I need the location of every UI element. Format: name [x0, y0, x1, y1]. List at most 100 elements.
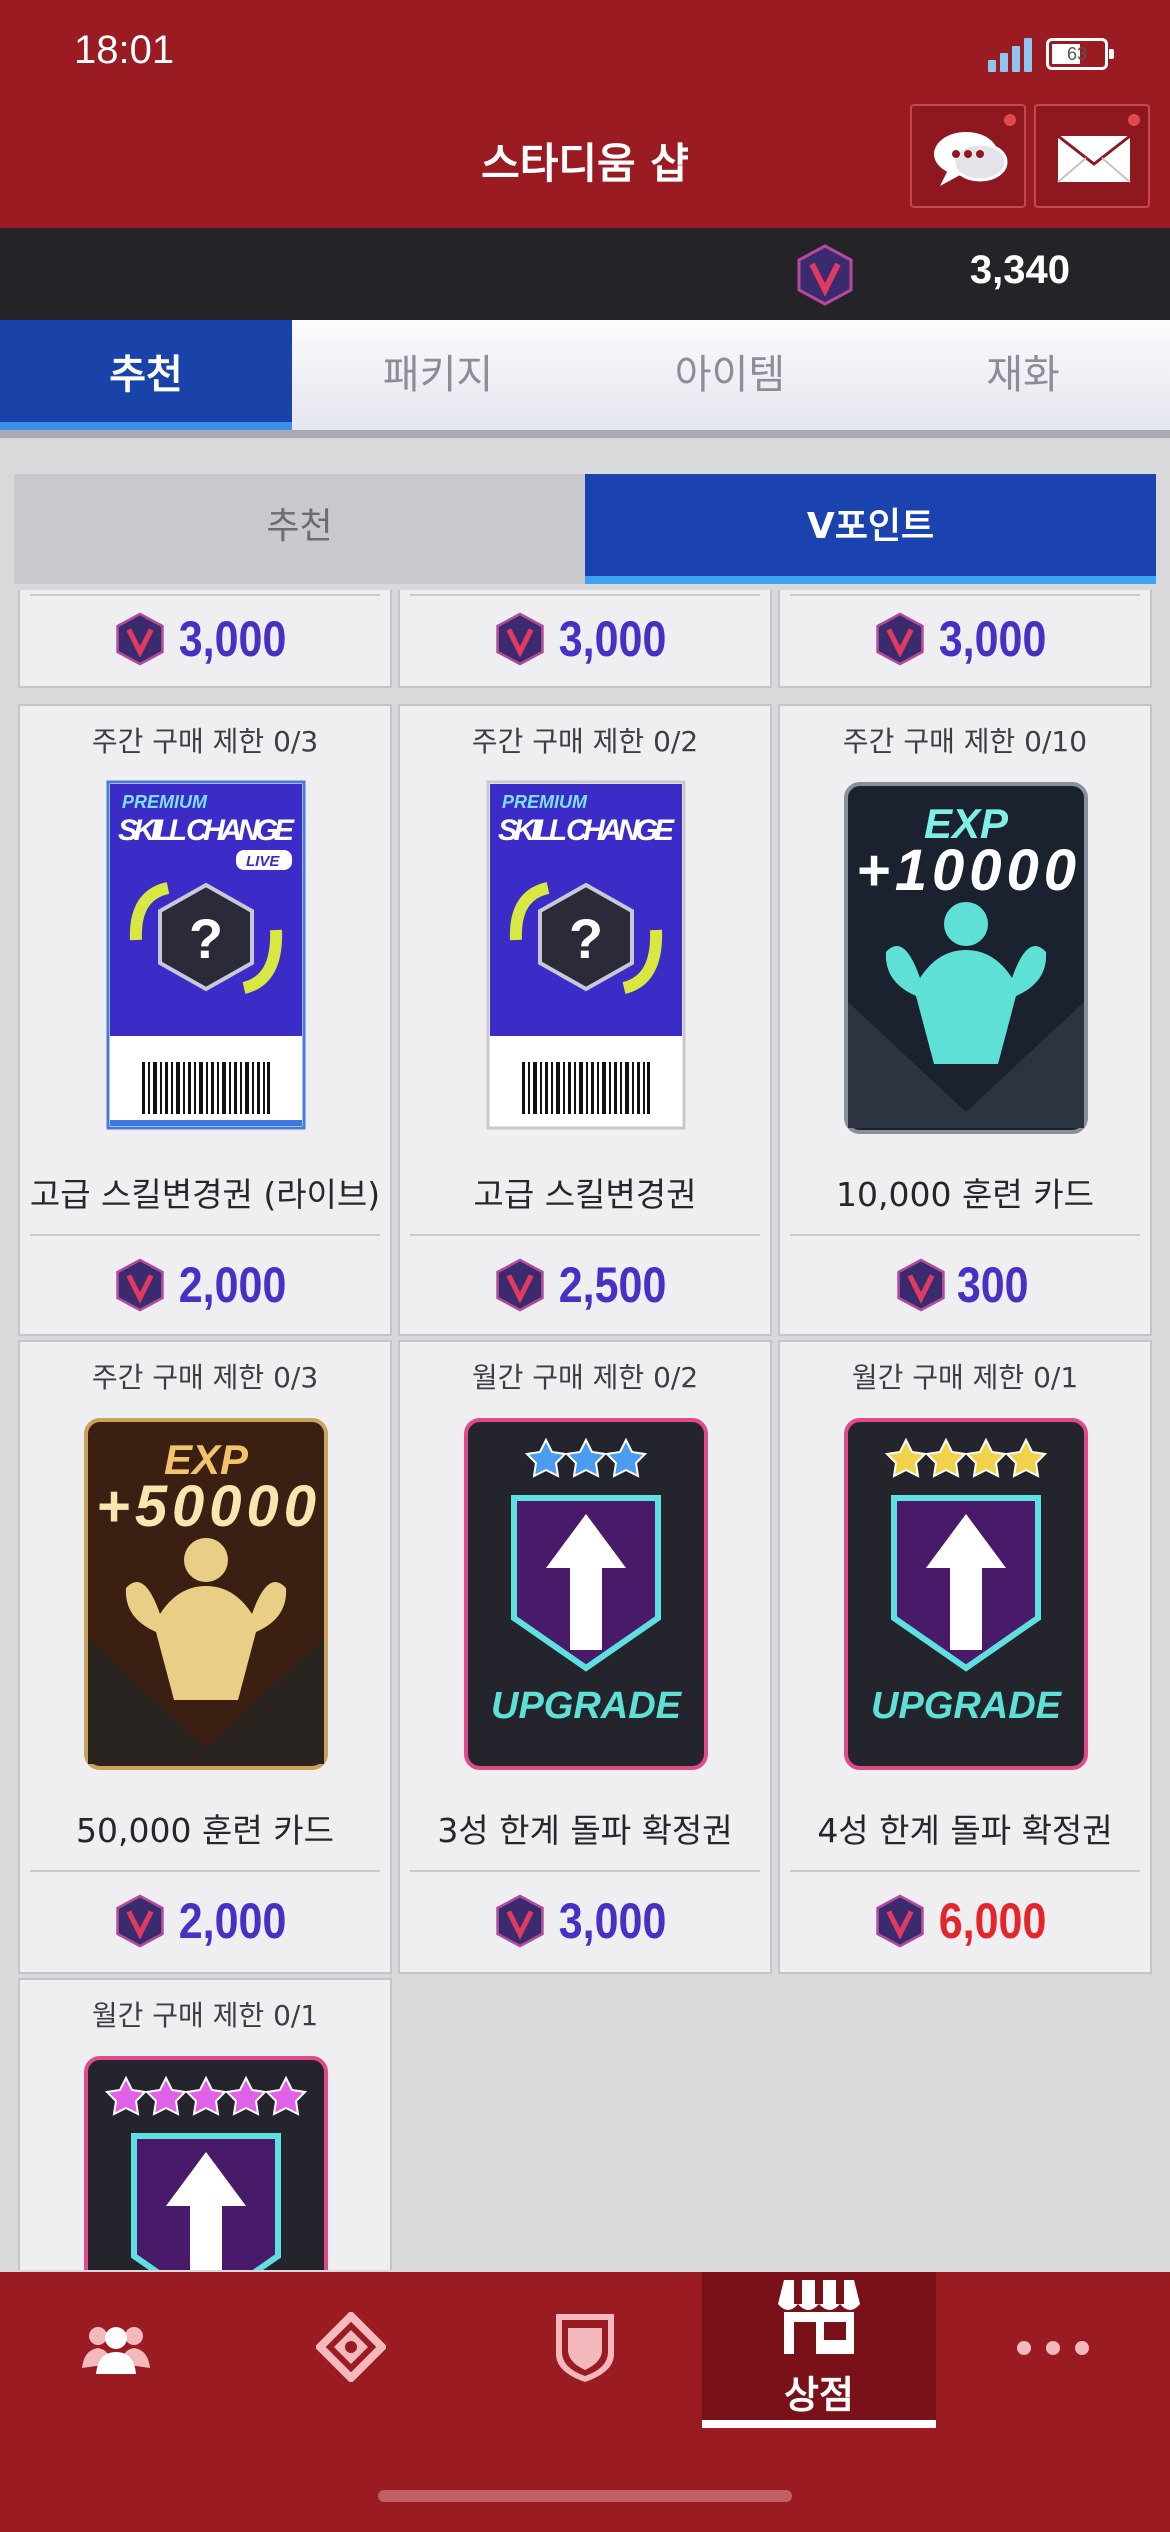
price: 6,000 — [780, 1892, 1150, 1950]
upgrade-5star-card-image — [84, 2056, 328, 2270]
art-text: SKILL CHANGE — [118, 814, 295, 847]
upgrade-3star-card-image: UPGRADE — [464, 1418, 708, 1770]
price: 3,000 — [400, 1892, 770, 1950]
purchase-limit: 월간 구매 제한 0/1 — [91, 1999, 319, 2032]
tab-package[interactable]: 패키지 — [292, 320, 584, 430]
skill-change-card-image: PREMIUM SKILL CHANGE ? — [486, 780, 686, 1130]
price: 3,000 — [780, 610, 1150, 668]
purchase-limit: 주간 구매 제한 0/10 — [842, 725, 1088, 758]
product-grid: 3,000 3,000 3,000 주간 구매 제한 0/3 PREMIUM S… — [0, 590, 1170, 2270]
vpoint-icon — [797, 244, 853, 306]
home-indicator[interactable] — [378, 2490, 792, 2502]
vpoint-icon — [496, 1258, 544, 1312]
vpoint-icon — [496, 1894, 544, 1948]
product-card-skill-change[interactable]: 주간 구매 제한 0/2 PREMIUM SKILL CHANGE ? 고급 스… — [398, 704, 772, 1336]
svg-text:?: ? — [569, 907, 603, 970]
price: 3,000 — [20, 610, 390, 668]
price-value: 2,000 — [178, 1257, 287, 1313]
price-value: 6,000 — [938, 1893, 1047, 1949]
product-name: 4성 한계 돌파 확정권 — [817, 1811, 1113, 1850]
header-bar: 스타디움 샵 — [0, 104, 1170, 228]
shield-icon — [556, 2314, 614, 2382]
sub-tabs: 추천 V포인트 — [14, 474, 1156, 584]
vpoint-icon — [116, 612, 164, 666]
price: 2,500 — [400, 1256, 770, 1314]
nav-shop[interactable]: 상점 — [702, 2272, 936, 2428]
main-tabs: 추천 패키지 아이템 재화 — [0, 320, 1170, 438]
vpoint-balance: 3,340 — [969, 248, 1070, 292]
mail-icon — [1057, 134, 1131, 183]
nav-team[interactable] — [0, 2272, 234, 2432]
product-card-exp-50000[interactable]: 주간 구매 제한 0/3 EXP +50000 50,000 훈련 카드 2,0… — [18, 1340, 392, 1974]
art-text: SKILL CHANGE — [498, 814, 675, 847]
price: 3,000 — [400, 610, 770, 668]
nav-shop-label: 상점 — [784, 2373, 854, 2417]
purchase-limit: 월간 구매 제한 0/1 — [851, 1361, 1079, 1394]
vpoint-icon — [116, 1894, 164, 1948]
status-bar: 18:01 63 — [0, 0, 1170, 110]
purchase-limit: 월간 구매 제한 0/2 — [471, 1361, 699, 1394]
vpoint-icon — [116, 1258, 164, 1312]
exp-10000-card-image: EXP +10000 — [844, 782, 1088, 1134]
price-value: 3,000 — [938, 611, 1047, 667]
skill-change-card-image: PREMIUM SKILL CHANGE LIVE ? — [106, 780, 306, 1130]
vpoint-icon — [897, 1258, 945, 1312]
tab-currency[interactable]: 재화 — [876, 320, 1170, 430]
purchase-limit: 주간 구매 제한 0/3 — [91, 725, 319, 758]
art-text: PREMIUM — [502, 792, 588, 812]
nav-more[interactable] — [936, 2272, 1170, 2432]
product-card-upgrade-4star[interactable]: 월간 구매 제한 0/1 UPGRADE 4성 한계 돌파 확정권 6,000 — [778, 1340, 1152, 1974]
battery-level: 63 — [1066, 44, 1088, 64]
product-card-upgrade-3star[interactable]: 월간 구매 제한 0/2 UPGRADE 3성 한계 돌파 확정권 3,000 — [398, 1340, 772, 1974]
team-icon — [82, 2327, 150, 2374]
shop-screen: 18:01 63 스타디움 샵 3,340 추천 패키지 아이템 재화 추천 V… — [0, 0, 1170, 2532]
status-time: 18:01 — [74, 28, 175, 72]
nav-club[interactable] — [468, 2272, 702, 2432]
art-text: LIVE — [246, 853, 280, 870]
product-card-partial[interactable]: 3,000 — [398, 590, 772, 688]
mail-notification-dot — [1128, 114, 1140, 126]
price: 2,000 — [20, 1256, 390, 1314]
mail-button[interactable] — [1034, 104, 1150, 208]
price-value: 2,000 — [178, 1893, 287, 1949]
vpoint-icon — [876, 1894, 924, 1948]
subtab-recommended[interactable]: 추천 — [14, 474, 585, 584]
svg-text:?: ? — [189, 907, 223, 970]
stadium-icon — [316, 2312, 386, 2382]
price-value: 3,000 — [558, 611, 667, 667]
product-card-skill-change-live[interactable]: 주간 구매 제한 0/3 PREMIUM SKILL CHANGE LIVE ?… — [18, 704, 392, 1336]
price-value: 300 — [956, 1257, 1029, 1313]
chat-icon — [934, 132, 1008, 186]
product-name: 고급 스킬변경권 — [473, 1175, 697, 1214]
price-value: 2,500 — [558, 1257, 667, 1313]
art-text: UPGRADE — [491, 1685, 683, 1727]
vpoint-icon — [496, 612, 544, 666]
subtab-vpoint[interactable]: V포인트 — [585, 474, 1156, 584]
product-name: 10,000 훈련 카드 — [836, 1175, 1094, 1214]
exp-50000-card-image: EXP +50000 — [84, 1418, 328, 1770]
price: 2,000 — [20, 1892, 390, 1950]
currency-bar: 3,340 — [0, 228, 1170, 320]
chat-button[interactable] — [910, 104, 1026, 208]
purchase-limit: 주간 구매 제한 0/3 — [91, 1361, 319, 1394]
price-value: 3,000 — [558, 1893, 667, 1949]
purchase-limit: 주간 구매 제한 0/2 — [471, 725, 699, 758]
product-card-exp-10000[interactable]: 주간 구매 제한 0/10 EXP +10000 10,000 훈련 카드 30… — [778, 704, 1152, 1336]
shop-icon — [778, 2280, 860, 2354]
product-name: 50,000 훈련 카드 — [76, 1811, 334, 1850]
more-icon — [1017, 2341, 1089, 2355]
product-card-upgrade-5star[interactable]: 월간 구매 제한 0/1 — [18, 1978, 392, 2270]
tab-item[interactable]: 아이템 — [584, 320, 876, 430]
nav-stadium[interactable] — [234, 2272, 468, 2432]
signal-icon — [988, 38, 1034, 72]
tab-recommended[interactable]: 추천 — [0, 320, 292, 430]
chat-notification-dot — [1004, 114, 1016, 126]
art-text: UPGRADE — [871, 1685, 1063, 1727]
vpoint-icon — [876, 612, 924, 666]
price-value: 3,000 — [178, 611, 287, 667]
product-name: 3성 한계 돌파 확정권 — [437, 1811, 733, 1850]
art-text: PREMIUM — [122, 792, 208, 812]
product-card-partial[interactable]: 3,000 — [778, 590, 1152, 688]
upgrade-4star-card-image: UPGRADE — [844, 1418, 1088, 1770]
product-card-partial[interactable]: 3,000 — [18, 590, 392, 688]
